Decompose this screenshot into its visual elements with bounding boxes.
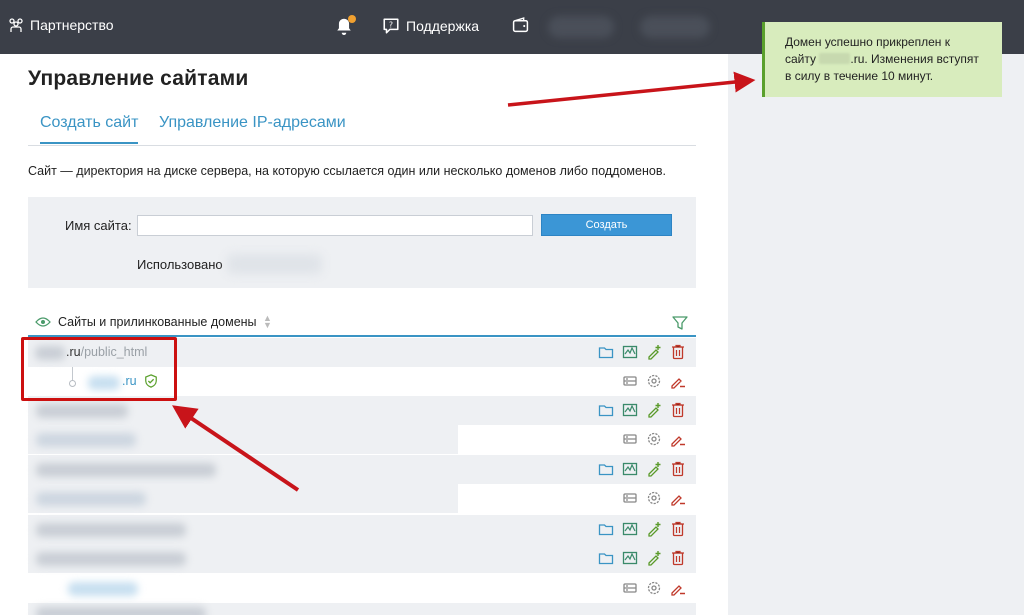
domain-hidden <box>819 53 851 64</box>
domain-row[interactable] <box>28 425 696 454</box>
page-description: Сайт — директория на диске сервера, на к… <box>28 164 666 178</box>
partnership-label: Партнерство <box>30 17 114 33</box>
link-domain-icon[interactable] <box>646 402 662 418</box>
toast-line-2: сайту .ru. Изменения вступят <box>785 51 988 68</box>
side-area <box>728 54 1024 615</box>
site-name-input[interactable] <box>137 215 533 236</box>
stats-icon[interactable] <box>622 402 638 418</box>
delete-icon[interactable] <box>670 461 686 477</box>
site-hidden <box>36 607 206 615</box>
site-hidden <box>36 463 216 477</box>
stats-icon[interactable] <box>622 344 638 360</box>
site-hidden <box>36 552 186 566</box>
site-row[interactable] <box>28 515 696 544</box>
tab-create-site[interactable]: Создать сайт <box>40 114 139 144</box>
dns-icon[interactable] <box>622 431 638 447</box>
delete-icon[interactable] <box>670 402 686 418</box>
stats-icon[interactable] <box>622 521 638 537</box>
unlink-icon[interactable] <box>670 580 686 596</box>
domain-hidden <box>36 433 136 447</box>
folder-icon[interactable] <box>598 521 614 537</box>
support-icon: ? <box>383 18 399 34</box>
link-domain-icon[interactable] <box>646 521 662 537</box>
sites-table-header: Сайты и прилинкованные домены ▲ ▼ <box>28 309 696 337</box>
site-hidden <box>36 404 128 418</box>
highlight-box <box>21 337 177 401</box>
account-hidden <box>640 16 710 38</box>
gear-icon[interactable] <box>646 580 662 596</box>
gear-icon[interactable] <box>646 431 662 447</box>
partners-icon <box>9 18 23 32</box>
site-name-label: Имя сайта: <box>65 218 132 233</box>
stats-icon[interactable] <box>622 461 638 477</box>
wallet-button[interactable] <box>512 17 529 34</box>
filter-icon[interactable] <box>672 315 688 331</box>
tab-ip-management[interactable]: Управление IP-адресами <box>159 114 346 132</box>
link-domain-icon[interactable] <box>646 550 662 566</box>
delete-icon[interactable] <box>670 521 686 537</box>
toast-prefix: сайту <box>785 52 817 66</box>
domain-row[interactable] <box>28 574 696 603</box>
page-title: Управление сайтами <box>28 67 249 90</box>
site-row[interactable] <box>28 544 696 573</box>
site-hidden <box>36 523 186 537</box>
used-value-hidden <box>227 254 322 274</box>
notifications-button[interactable] <box>335 15 356 35</box>
folder-icon[interactable] <box>598 402 614 418</box>
stats-icon[interactable] <box>622 550 638 566</box>
support-link[interactable]: ? Поддержка <box>382 17 479 35</box>
unlink-icon[interactable] <box>670 490 686 506</box>
dns-icon[interactable] <box>622 580 638 596</box>
sites-table-title: Сайты и прилинкованные домены <box>58 315 257 329</box>
success-toast: Домен успешно прикреплен к сайту .ru. Из… <box>762 22 1002 97</box>
domain-hidden <box>68 582 138 596</box>
folder-icon[interactable] <box>598 550 614 566</box>
partnership-link[interactable]: Партнерство <box>8 17 114 33</box>
toast-line-1: Домен успешно прикреплен к <box>785 35 950 49</box>
domain-hidden <box>36 492 146 506</box>
tabs-bar: Создать сайт Управление IP-адресами <box>28 104 696 146</box>
link-domain-icon[interactable] <box>646 344 662 360</box>
toast-line-3: в силу в течение 10 минут. <box>785 69 934 83</box>
svg-text:?: ? <box>389 21 393 30</box>
site-row[interactable] <box>28 455 696 484</box>
gear-icon[interactable] <box>646 373 662 389</box>
create-button[interactable]: Создать <box>541 214 672 236</box>
dns-icon[interactable] <box>622 490 638 506</box>
sort-icon[interactable]: ▲ ▼ <box>263 314 272 330</box>
unlink-icon[interactable] <box>670 373 686 389</box>
eye-icon[interactable] <box>35 316 51 328</box>
gear-icon[interactable] <box>646 490 662 506</box>
balance-hidden <box>548 16 614 38</box>
support-label: Поддержка <box>406 18 480 34</box>
create-site-form <box>28 197 696 288</box>
dns-icon[interactable] <box>622 373 638 389</box>
link-domain-icon[interactable] <box>646 461 662 477</box>
folder-icon[interactable] <box>598 344 614 360</box>
toast-suffix: .ru. Изменения вступят <box>850 52 979 66</box>
site-row[interactable] <box>28 603 696 615</box>
used-label: Использовано <box>137 257 223 272</box>
domain-row[interactable] <box>28 484 696 513</box>
wallet-icon <box>512 17 529 33</box>
delete-icon[interactable] <box>670 344 686 360</box>
unlink-icon[interactable] <box>670 431 686 447</box>
delete-icon[interactable] <box>670 550 686 566</box>
notification-badge <box>348 15 356 23</box>
folder-icon[interactable] <box>598 461 614 477</box>
